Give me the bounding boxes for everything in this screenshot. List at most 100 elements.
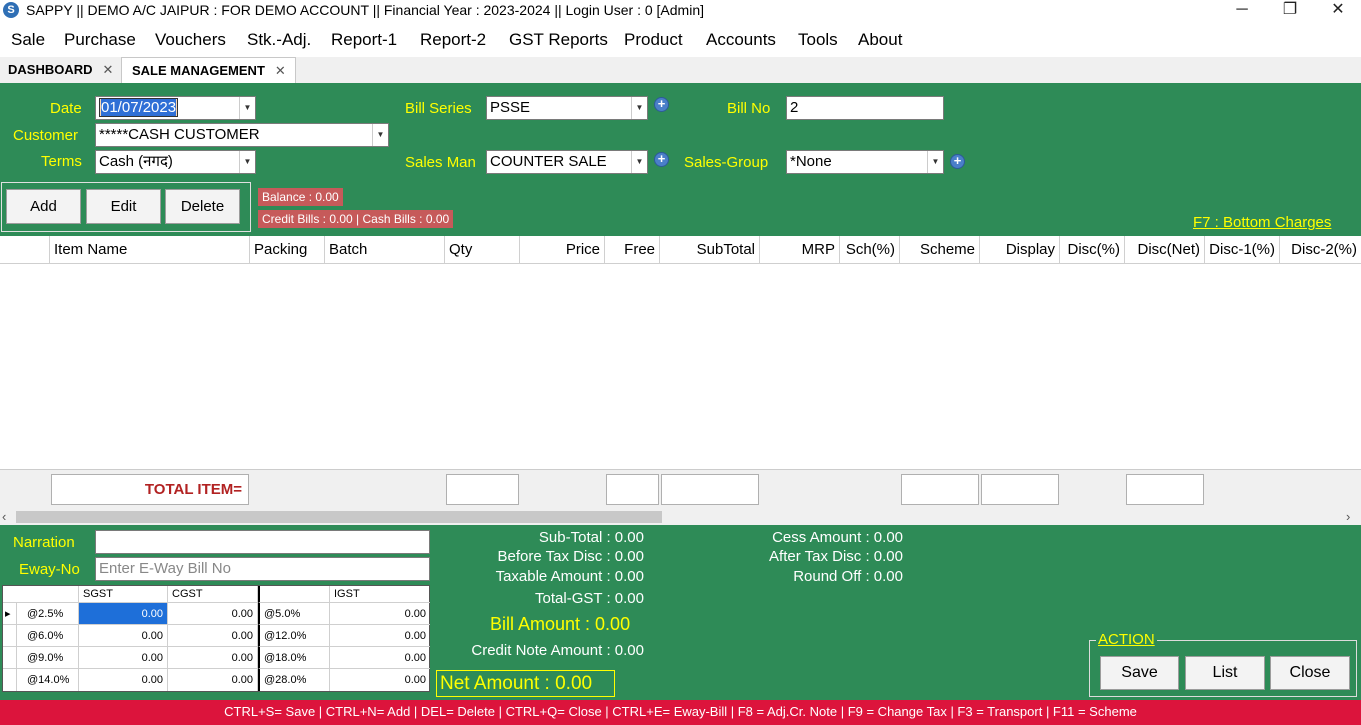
tab-dashboard[interactable]: DASHBOARD ✕ — [8, 57, 113, 83]
sgst-cell[interactable]: 0.00 — [79, 625, 168, 647]
scrollbar-thumb[interactable] — [16, 511, 662, 523]
column-packing[interactable]: Packing — [250, 236, 325, 264]
tax-header-cgst: CGST — [168, 586, 258, 603]
menu-accounts[interactable]: Accounts — [706, 30, 776, 50]
bill-series-label: Bill Series — [405, 100, 472, 117]
column-mrp[interactable]: MRP — [760, 236, 840, 264]
column-disc-1[interactable]: Disc-1(%) — [1205, 236, 1280, 264]
menu-stk-adj[interactable]: Stk.-Adj. — [247, 30, 311, 50]
sales-group-select[interactable]: *None ▼ — [786, 150, 944, 174]
add-sales-man-icon[interactable]: + — [654, 152, 669, 167]
sales-man-select[interactable]: COUNTER SALE ▼ — [486, 150, 648, 174]
chevron-down-icon[interactable]: ▼ — [239, 151, 255, 173]
sgst-cell[interactable]: 0.00 — [79, 603, 168, 625]
horizontal-scrollbar[interactable]: ‹ › — [0, 509, 1361, 525]
menu-tools[interactable]: Tools — [798, 30, 838, 50]
total-free-box — [606, 474, 659, 505]
narration-input[interactable] — [95, 530, 430, 554]
list-button[interactable]: List — [1185, 656, 1265, 690]
column-free[interactable]: Free — [605, 236, 660, 264]
terms-select[interactable]: Cash (नगद) ▼ — [95, 150, 256, 174]
menu-report-2[interactable]: Report-2 — [420, 30, 486, 50]
igst-rate-cell: @28.0% — [258, 669, 330, 691]
menu-gst-reports[interactable]: GST Reports — [509, 30, 608, 50]
column-qty[interactable]: Qty — [445, 236, 520, 264]
window-title: SAPPY || DEMO A/C JAIPUR : FOR DEMO ACCO… — [26, 2, 705, 18]
add-button[interactable]: Add — [6, 189, 81, 224]
sgst-cell[interactable]: 0.00 — [79, 669, 168, 691]
menu-vouchers[interactable]: Vouchers — [155, 30, 226, 50]
eway-no-input[interactable]: Enter E-Way Bill No — [95, 557, 430, 581]
igst-rate-cell: @5.0% — [258, 603, 330, 625]
row-selector-header — [0, 236, 50, 264]
close-button[interactable]: Close — [1270, 656, 1350, 690]
chevron-down-icon[interactable]: ▼ — [631, 151, 647, 173]
maximize-button[interactable]: ❐ — [1270, 0, 1310, 22]
column-disc-percent[interactable]: Disc(%) — [1060, 236, 1125, 264]
cgst-cell[interactable]: 0.00 — [168, 603, 258, 625]
igst-cell[interactable]: 0.00 — [330, 603, 430, 625]
cgst-cell[interactable]: 0.00 — [168, 647, 258, 669]
close-icon[interactable]: ✕ — [275, 63, 286, 78]
chevron-down-icon[interactable]: ▼ — [631, 97, 647, 119]
column-disc-net[interactable]: Disc(Net) — [1125, 236, 1205, 264]
column-item-name[interactable]: Item Name — [50, 236, 250, 264]
menu-report-1[interactable]: Report-1 — [331, 30, 397, 50]
scroll-left-icon[interactable]: ‹ — [2, 509, 6, 524]
igst-cell[interactable]: 0.00 — [330, 625, 430, 647]
total-gst-text: Total-GST : 0.00 — [535, 590, 644, 607]
cgst-cell[interactable]: 0.00 — [168, 669, 258, 691]
minimize-button[interactable]: ─ — [1222, 0, 1262, 22]
column-price[interactable]: Price — [520, 236, 605, 264]
column-display[interactable]: Display — [980, 236, 1060, 264]
chevron-down-icon[interactable]: ▼ — [927, 151, 943, 173]
cgst-cell[interactable]: 0.00 — [168, 625, 258, 647]
tab-label: SALE MANAGEMENT — [132, 63, 265, 78]
eway-placeholder: Enter E-Way Bill No — [99, 560, 231, 577]
column-scheme[interactable]: Scheme — [900, 236, 980, 264]
scroll-right-icon[interactable]: › — [1346, 509, 1350, 524]
column-disc-2[interactable]: Disc-2(%) — [1280, 236, 1361, 264]
add-sales-group-icon[interactable]: + — [950, 154, 965, 169]
tab-label: DASHBOARD — [8, 62, 93, 77]
menu-product[interactable]: Product — [624, 30, 683, 50]
column-sch-percent[interactable]: Sch(%) — [840, 236, 900, 264]
add-bill-series-icon[interactable]: + — [654, 97, 669, 112]
chevron-down-icon[interactable]: ▼ — [372, 124, 388, 146]
total-subtotal-box — [661, 474, 759, 505]
total-item-label: TOTAL ITEM= — [51, 474, 249, 505]
close-window-button[interactable]: ✕ — [1318, 0, 1358, 22]
close-icon[interactable]: ✕ — [103, 62, 114, 77]
items-grid-body[interactable] — [0, 264, 1361, 469]
edit-button[interactable]: Edit — [86, 189, 161, 224]
bill-no-input[interactable]: 2 — [786, 96, 944, 120]
tax-header-irate — [258, 586, 330, 603]
bottom-charges-link[interactable]: F7 : Bottom Charges — [1193, 214, 1331, 231]
total-disc-net-box — [1126, 474, 1204, 505]
row-marker-icon — [3, 647, 17, 669]
title-bar: S SAPPY || DEMO A/C JAIPUR : FOR DEMO AC… — [0, 0, 1361, 22]
date-picker[interactable]: 01/07/2023 ▼ — [95, 96, 256, 120]
tax-header-igst: IGST — [330, 586, 430, 603]
menu-purchase[interactable]: Purchase — [64, 30, 136, 50]
chevron-down-icon[interactable]: ▼ — [239, 97, 255, 119]
total-qty-box — [446, 474, 519, 505]
delete-button[interactable]: Delete — [165, 189, 240, 224]
menu-about[interactable]: About — [858, 30, 902, 50]
eway-no-label: Eway-No — [19, 561, 80, 578]
column-subtotal[interactable]: SubTotal — [660, 236, 760, 264]
bill-series-select[interactable]: PSSE ▼ — [486, 96, 648, 120]
sgst-cell[interactable]: 0.00 — [79, 647, 168, 669]
tab-sale-management[interactable]: SALE MANAGEMENT ✕ — [121, 57, 296, 83]
tax-rate-cell: @14.0% — [17, 669, 79, 691]
column-batch[interactable]: Batch — [325, 236, 445, 264]
igst-cell[interactable]: 0.00 — [330, 669, 430, 691]
menu-sale[interactable]: Sale — [11, 30, 45, 50]
action-group-title: ACTION — [1096, 631, 1157, 648]
customer-select[interactable]: *****CASH CUSTOMER ▼ — [95, 123, 389, 147]
save-button[interactable]: Save — [1100, 656, 1179, 690]
sales-group-label: Sales-Group — [684, 154, 769, 171]
totals-row: TOTAL ITEM= — [0, 469, 1361, 509]
customer-label: Customer — [13, 127, 79, 144]
igst-cell[interactable]: 0.00 — [330, 647, 430, 669]
